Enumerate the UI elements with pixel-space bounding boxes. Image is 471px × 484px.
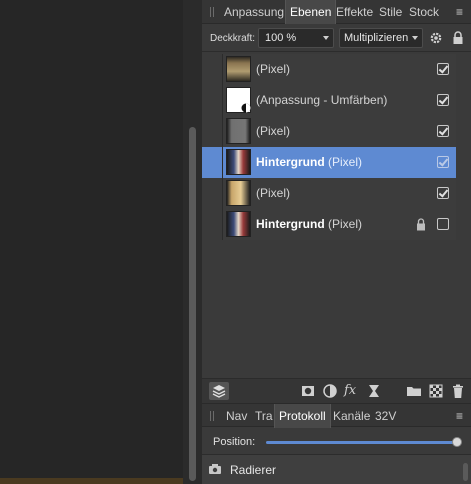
layer-body[interactable]: (Pixel) [222,54,456,85]
visibility-checkbox[interactable] [437,156,449,168]
panel-grip-icon[interactable] [210,411,214,421]
new-pixel-layer-icon[interactable] [428,383,444,399]
tab-stile[interactable]: Stile [379,0,402,24]
lock-icon[interactable] [452,31,464,45]
layer-indent [202,116,222,147]
layer-thumbnail [226,211,251,237]
layer-body[interactable]: (Anpassung - Umfärben) [222,85,456,116]
canvas-image-edge [0,478,183,484]
layer-row[interactable]: Hintergrund (Pixel) [202,209,456,240]
layer-indent [202,147,222,178]
visibility-checkbox[interactable] [437,125,449,137]
fx-icon[interactable]: fx [344,383,360,399]
layer-row[interactable]: (Anpassung - Umfärben) [202,85,456,116]
layer-indent [202,54,222,85]
layer-name: (Pixel) [256,124,291,138]
layer-indent [202,178,222,209]
tab-ebenen[interactable]: Ebenen [285,0,337,24]
mask-layer-icon[interactable] [300,383,316,399]
layer-row[interactable]: (Pixel) [202,54,456,85]
layer-row[interactable]: (Pixel) [202,178,456,209]
history-entry-label: Radierer [230,463,277,477]
adjustment-icon[interactable] [322,383,338,399]
blend-mode-dropdown[interactable]: Multiplizieren [339,28,423,48]
trash-icon[interactable] [450,383,466,399]
layer-body[interactable]: Hintergrund (Pixel) [222,147,456,178]
workspace-vertical-scrollbar[interactable] [189,127,196,481]
panel-menu-icon[interactable]: ≡ [456,6,463,18]
visibility-checkbox[interactable] [437,63,449,75]
tab-nav[interactable]: Nav [226,404,247,428]
tab-kanaele[interactable]: Kanäle [333,404,370,428]
layer-thumbnail [226,56,251,82]
studio-panel: Anpassung Ebenen Effekte Stile Stock ≡ D… [202,0,471,484]
visibility-checkbox[interactable] [437,187,449,199]
position-label: Position: [213,436,256,448]
layer-name: Hintergrund (Pixel) [256,217,363,231]
layer-body[interactable]: Hintergrund (Pixel) [222,209,456,240]
position-slider-track[interactable] [266,441,458,444]
history-position-row: Position: [202,428,471,454]
layer-options-bar: Deckkraft: 100 % Multiplizieren [202,25,471,52]
panel-grip-icon[interactable] [210,7,214,17]
panel-menu-icon[interactable]: ≡ [456,410,463,422]
layer-row[interactable]: (Pixel) [202,116,456,147]
layer-body[interactable]: (Pixel) [222,178,456,209]
layers-toolbar: fx [202,378,471,403]
tab-stock[interactable]: Stock [409,0,439,24]
tab-tra[interactable]: Tra [255,404,273,428]
opacity-label: Deckkraft: [210,33,256,44]
live-filter-icon[interactable] [366,383,382,399]
visibility-checkbox[interactable] [437,218,449,230]
layer-row-selected[interactable]: Hintergrund (Pixel) [202,147,456,178]
history-tabbar: Nav Tra Protokoll Kanäle 32V ≡ [202,403,471,428]
layer-name: Hintergrund (Pixel) [256,155,363,169]
layer-thumbnail [226,180,251,206]
canvas-workspace[interactable] [0,0,183,484]
tab-protokoll[interactable]: Protokoll [274,404,331,428]
layer-indent [202,209,222,240]
layer-name: (Anpassung - Umfärben) [256,93,388,107]
history-entry[interactable]: Radierer [202,454,471,484]
adjustment-thumbnail [226,87,251,113]
opacity-dropdown[interactable]: 100 % [258,28,334,48]
gear-icon[interactable] [429,31,443,45]
tab-anpassung[interactable]: Anpassung [224,0,284,24]
layers-tabbar: Anpassung Ebenen Effekte Stile Stock ≡ [202,0,471,24]
layer-thumbnail [226,149,251,175]
position-slider-knob[interactable] [452,437,462,447]
layer-indent [202,85,222,116]
layer-body[interactable]: (Pixel) [222,116,456,147]
folder-icon[interactable] [406,383,422,399]
blend-mode-value: Multiplizieren [344,32,409,44]
layer-thumbnail [226,118,251,144]
lock-icon[interactable] [416,218,426,231]
tab-32v[interactable]: 32V [375,404,396,428]
chevron-down-icon [323,36,329,40]
eraser-icon [209,464,221,474]
layers-stack-icon[interactable] [209,382,229,400]
layer-name: (Pixel) [256,62,291,76]
adjustment-badge-icon [241,103,251,113]
tab-effekte[interactable]: Effekte [336,0,373,24]
visibility-checkbox[interactable] [437,94,449,106]
history-scrollbar[interactable] [463,463,468,481]
opacity-value: 100 % [265,32,297,44]
chevron-down-icon [412,36,418,40]
layer-name: (Pixel) [256,186,291,200]
